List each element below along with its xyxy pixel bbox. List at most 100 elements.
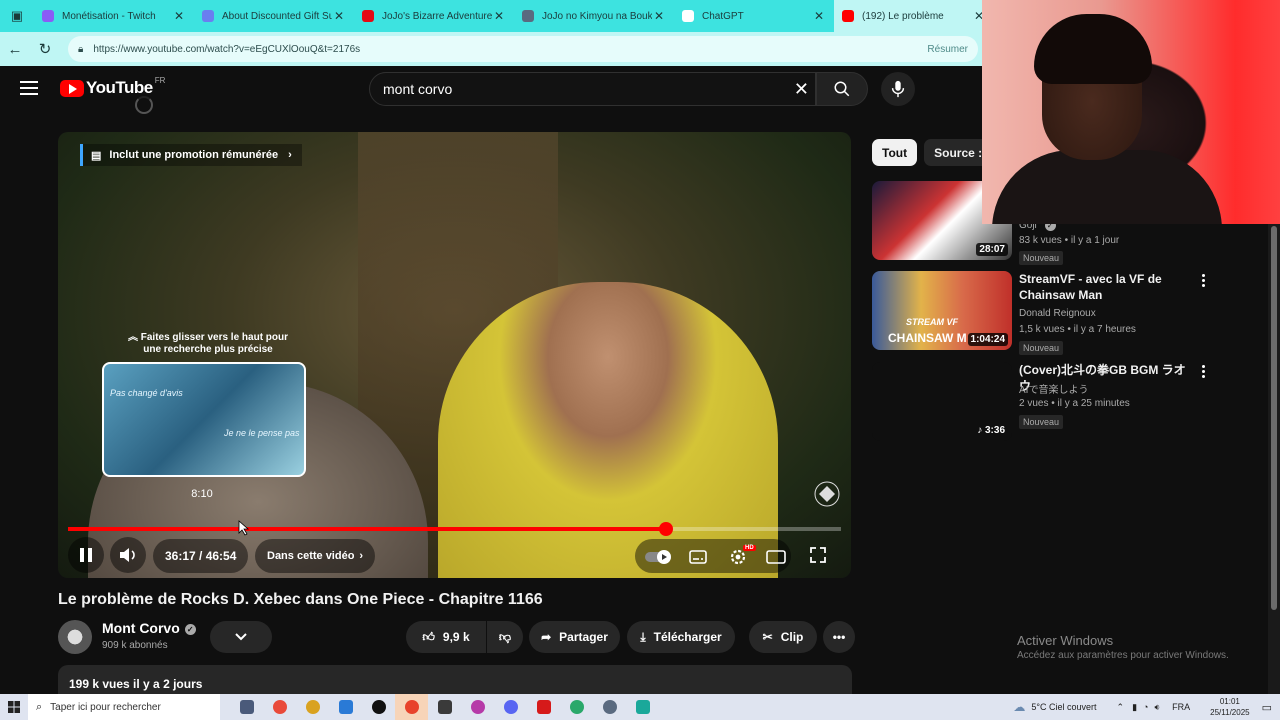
chevron-up-icon[interactable]: ⌃ bbox=[1117, 702, 1125, 713]
browser-tab[interactable]: JoJo's Bizarre Adventure - N✕ bbox=[354, 0, 514, 32]
close-tab-icon[interactable]: ✕ bbox=[332, 9, 346, 23]
loading-spinner-icon bbox=[135, 96, 153, 114]
subtitles-button[interactable] bbox=[681, 539, 715, 575]
browser-tab[interactable]: About Discounted Gift Subs✕ bbox=[194, 0, 354, 32]
volume-button[interactable] bbox=[110, 537, 146, 573]
taskbar-app-obs[interactable] bbox=[428, 694, 461, 720]
taskbar-clock[interactable]: 01:01 25/11/2025 bbox=[1210, 696, 1249, 718]
more-horizontal-icon: ••• bbox=[832, 630, 846, 644]
menu-icon[interactable] bbox=[20, 81, 38, 95]
channel-name[interactable]: Mont Corvo ✓ bbox=[102, 620, 196, 636]
taskbar-app-file-explorer[interactable] bbox=[296, 694, 329, 720]
notification-icon[interactable]: ▭ bbox=[1262, 701, 1272, 714]
chapter-button[interactable]: Dans cette vidéo › bbox=[255, 539, 376, 573]
dislike-button[interactable]: 👎︎ bbox=[487, 621, 523, 653]
taskbar-app-discord[interactable] bbox=[494, 694, 527, 720]
theater-icon bbox=[766, 550, 786, 564]
obs-icon bbox=[437, 700, 452, 714]
browser-tab[interactable]: Monétisation - Twitch ✕ bbox=[34, 0, 194, 32]
close-tab-icon[interactable]: ✕ bbox=[812, 9, 826, 23]
recommendation-item[interactable]: STREAM VF CHAINSAW M 1:04:24 StreamVF - … bbox=[872, 271, 1232, 355]
autoplay-icon bbox=[645, 550, 671, 564]
filter-chip[interactable]: Tout bbox=[872, 139, 918, 166]
video-frame-person-right bbox=[438, 282, 778, 578]
close-tab-icon[interactable]: ✕ bbox=[492, 9, 506, 23]
taskbar-app-app-green[interactable] bbox=[560, 694, 593, 720]
channel-watermark-icon[interactable] bbox=[813, 480, 841, 508]
fullscreen-icon bbox=[810, 547, 826, 563]
voice-search-button[interactable] bbox=[881, 72, 915, 106]
new-badge: Nouveau bbox=[1019, 341, 1064, 355]
like-button[interactable]: 👍︎ 9,9 k bbox=[406, 621, 486, 653]
taskbar-app-calculator[interactable] bbox=[593, 694, 626, 720]
verified-icon: ✓ bbox=[184, 623, 196, 635]
settings-button[interactable]: HD bbox=[721, 539, 756, 575]
clip-button[interactable]: ✂ Clip bbox=[749, 621, 817, 653]
seek-preview-thumbnail: Pas changé d'avis Je ne le pense pas bbox=[102, 362, 306, 477]
search-button[interactable] bbox=[816, 72, 868, 106]
pause-button[interactable] bbox=[68, 537, 104, 573]
recommendation-channel[interactable]: AIで音楽しよう bbox=[1019, 381, 1088, 396]
tab-actions-button[interactable]: ▣ bbox=[0, 0, 34, 32]
progress-bar[interactable] bbox=[68, 522, 841, 536]
recommendation-channel[interactable]: Donald Reignoux bbox=[1019, 308, 1096, 319]
network-icon[interactable]: ◔ bbox=[1143, 702, 1148, 712]
theater-mode-button[interactable] bbox=[759, 539, 793, 575]
taskbar-app-davinci[interactable] bbox=[461, 694, 494, 720]
close-tab-icon[interactable]: ✕ bbox=[172, 9, 186, 23]
taskbar-app-tiktok[interactable] bbox=[362, 694, 395, 720]
progress-played bbox=[68, 527, 666, 531]
download-button[interactable]: ⤓ Télécharger bbox=[627, 621, 735, 653]
input-language[interactable]: FRA bbox=[1172, 702, 1190, 712]
browser-tab[interactable]: (192) Le problème ✕ bbox=[834, 0, 994, 32]
reload-button[interactable]: ↻ bbox=[30, 34, 60, 64]
start-button[interactable] bbox=[0, 694, 28, 720]
search-input[interactable]: mont corvo ✕ bbox=[369, 72, 816, 106]
system-tray: ☁ 5°C Ciel couvert ⌃ ▮ ◔ 🔉︎ FRA 01:01 25… bbox=[1013, 694, 1280, 720]
share-button[interactable]: ➦ Partager bbox=[529, 621, 620, 653]
recommendation-item[interactable]: ♪ 3:36 (Cover)北斗の拳GB BGM ラオウ AIで音楽しよう 2 … bbox=[872, 362, 1232, 444]
page-scrollbar[interactable] bbox=[1268, 224, 1280, 694]
player-controls: 36:17 / 46:54 Dans cette vidéo › HD bbox=[58, 537, 851, 573]
tab-favicon-icon bbox=[842, 10, 854, 22]
hd-badge: HD bbox=[743, 545, 756, 551]
video-player[interactable]: ▤ Inclut une promotion rémunérée › ︽ Fai… bbox=[58, 132, 851, 578]
taskbar-search-input[interactable]: ⌕ Taper ici pour rechercher bbox=[28, 694, 220, 720]
resume-button[interactable]: Résumer bbox=[927, 44, 968, 55]
progress-scrubber-handle[interactable] bbox=[659, 522, 673, 536]
speaker-icon[interactable]: 🔉︎ bbox=[1154, 702, 1160, 713]
recommendation-thumbnail[interactable]: STREAM VF CHAINSAW M 1:04:24 bbox=[872, 271, 1012, 350]
taskbar-app-opera[interactable] bbox=[395, 694, 428, 720]
discord-icon bbox=[503, 700, 518, 714]
taskbar-app-app-teal[interactable] bbox=[626, 694, 659, 720]
scrollbar-thumb[interactable] bbox=[1271, 226, 1277, 610]
clear-search-icon[interactable]: ✕ bbox=[794, 79, 809, 100]
more-actions-button[interactable]: ••• bbox=[823, 621, 855, 653]
webcam-person-body bbox=[992, 150, 1222, 224]
close-tab-icon[interactable]: ✕ bbox=[652, 9, 666, 23]
youtube-play-icon bbox=[60, 79, 84, 97]
recommendation-thumbnail[interactable]: ♪ 3:36 bbox=[872, 362, 1012, 441]
youtube-logo[interactable]: YouTube FR bbox=[60, 76, 165, 98]
back-button[interactable]: ← bbox=[0, 34, 30, 64]
weather-widget[interactable]: ☁ 5°C Ciel couvert bbox=[1013, 700, 1096, 714]
fullscreen-button[interactable] bbox=[801, 537, 835, 573]
url-field[interactable]: 🔒︎ https://www.youtube.com/watch?v=eEgCU… bbox=[68, 36, 978, 62]
battery-icon[interactable]: ▮ bbox=[1132, 702, 1137, 713]
autoplay-toggle[interactable] bbox=[641, 539, 675, 575]
browser-tab[interactable]: ChatGPT ✕ bbox=[674, 0, 834, 32]
edge-icon bbox=[338, 700, 353, 714]
more-options-icon[interactable] bbox=[1198, 364, 1208, 379]
webcam-overlay bbox=[982, 0, 1280, 224]
subscription-dropdown-button[interactable] bbox=[210, 621, 272, 653]
paid-promotion-banner[interactable]: ▤ Inclut une promotion rémunérée › bbox=[80, 144, 302, 166]
thumbs-up-icon: 👍︎ bbox=[422, 629, 435, 644]
chevron-right-icon: › bbox=[359, 550, 364, 562]
taskbar-app-task-view[interactable] bbox=[230, 694, 263, 720]
taskbar-app-edge[interactable] bbox=[329, 694, 362, 720]
more-options-icon[interactable] bbox=[1198, 273, 1208, 288]
channel-avatar[interactable] bbox=[58, 620, 92, 654]
taskbar-app-opera-gx[interactable] bbox=[527, 694, 560, 720]
browser-tab[interactable]: JoJo no Kimyou na Bouken ✕ bbox=[514, 0, 674, 32]
taskbar-app-chrome-app[interactable] bbox=[263, 694, 296, 720]
